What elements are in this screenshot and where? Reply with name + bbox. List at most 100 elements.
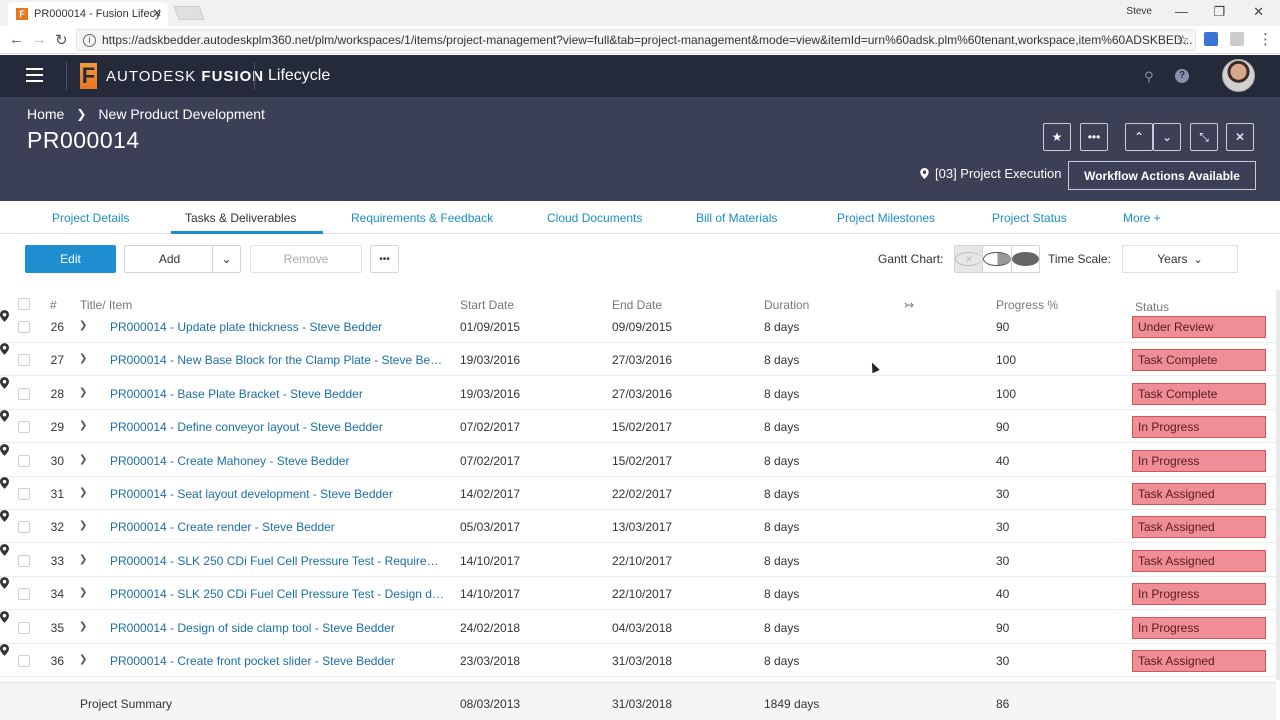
gantt-full-option[interactable]: [1011, 246, 1039, 272]
row-checkbox[interactable]: [18, 321, 30, 333]
task-title-link[interactable]: PR000014 - Base Plate Bracket - Steve Be…: [110, 387, 446, 401]
minimize-icon[interactable]: —: [1175, 4, 1188, 19]
task-title-link[interactable]: PR000014 - Create front pocket slider - …: [110, 654, 446, 668]
expand-row-icon[interactable]: ❯: [79, 520, 87, 531]
gantt-split-option[interactable]: [983, 246, 1012, 272]
add-dropdown-button[interactable]: ⌄: [212, 245, 241, 273]
gantt-off-option[interactable]: ✕: [955, 246, 984, 272]
ellipsis-icon: •••: [1087, 130, 1101, 144]
expand-row-icon[interactable]: ❯: [79, 587, 87, 598]
row-checkbox[interactable]: [18, 387, 30, 400]
tab-tasks-deliverables[interactable]: Tasks & Deliverables: [185, 211, 296, 225]
tab-requirements-feedback[interactable]: Requirements & Feedback: [351, 211, 493, 225]
task-title-link[interactable]: PR000014 - Design of side clamp tool - S…: [110, 621, 446, 635]
expand-row-icon[interactable]: ❯: [79, 621, 87, 632]
more-options-button[interactable]: •••: [370, 245, 399, 273]
expand-row-icon[interactable]: ❯: [79, 420, 87, 431]
tab-project-status[interactable]: Project Status: [992, 211, 1067, 225]
table-row[interactable]: 27 ❯ PR000014 - New Base Block for the Cla…: [0, 343, 1276, 377]
help-icon[interactable]: ?: [1175, 69, 1189, 83]
row-checkbox[interactable]: [18, 588, 30, 601]
expand-row-icon[interactable]: ❯: [79, 487, 87, 498]
table-row[interactable]: 36 ❯ PR000014 - Create front pocket slider…: [0, 644, 1276, 677]
expand-row-icon[interactable]: ❯: [79, 654, 87, 665]
forward-icon[interactable]: →: [32, 31, 47, 48]
tab-more[interactable]: More +: [1123, 211, 1161, 225]
row-checkbox[interactable]: [18, 655, 30, 667]
row-checkbox[interactable]: [18, 554, 30, 567]
product-name[interactable]: Lifecycle: [268, 67, 330, 85]
favorite-star-button[interactable]: ★: [1043, 123, 1071, 151]
browser-menu-icon[interactable]: ⋮: [1258, 30, 1273, 48]
info-icon[interactable]: i: [83, 33, 96, 47]
table-row[interactable]: 28 ❯ PR000014 - Base Plate Bracket - Steve…: [0, 376, 1276, 410]
task-title-link[interactable]: PR000014 - New Base Block for the Clamp …: [110, 353, 446, 367]
row-checkbox[interactable]: [18, 521, 30, 534]
location-pin-icon: [0, 310, 9, 322]
hamburger-menu-icon[interactable]: [26, 68, 43, 82]
table-row[interactable]: 26 ❯ PR000014 - Update plate thickness - S…: [0, 310, 1276, 343]
close-window-icon[interactable]: ✕: [1253, 4, 1264, 20]
row-checkbox[interactable]: [18, 488, 30, 500]
row-checkbox[interactable]: [18, 421, 30, 434]
breadcrumb-workspace[interactable]: New Product Development: [98, 106, 265, 122]
time-scale-select[interactable]: Years ⌄: [1122, 245, 1238, 273]
expand-row-icon[interactable]: ❯: [79, 454, 87, 465]
tab-project-details[interactable]: Project Details: [52, 211, 129, 225]
close-icon: ✕: [1234, 130, 1246, 144]
select-all-checkbox[interactable]: [18, 298, 30, 310]
tab-project-milestones[interactable]: Project Milestones: [837, 211, 935, 225]
row-checkbox[interactable]: [18, 454, 30, 467]
extension-icon[interactable]: [1230, 32, 1244, 46]
tab-cloud-documents[interactable]: Cloud Documents: [547, 211, 642, 225]
vertical-scrollbar[interactable]: [1276, 290, 1280, 680]
reload-icon[interactable]: ↻: [55, 31, 68, 49]
row-checkbox[interactable]: [18, 354, 30, 367]
task-title-link[interactable]: PR000014 - Seat layout development - Ste…: [110, 487, 446, 501]
task-title-link[interactable]: PR000014 - Create render - Steve Bedder: [110, 520, 446, 534]
chevron-down-icon: ⌄: [1193, 253, 1203, 266]
row-checkbox[interactable]: [18, 621, 30, 634]
task-title-link[interactable]: PR000014 - Define conveyor layout - Stev…: [110, 420, 446, 434]
remove-button[interactable]: Remove: [250, 245, 362, 273]
maximize-icon[interactable]: ❐: [1213, 4, 1225, 20]
progress-value: 90: [996, 620, 1010, 635]
close-tab-icon[interactable]: ✕: [152, 6, 162, 20]
start-date: 19/03/2016: [460, 386, 521, 401]
table-row[interactable]: 34 ❯ PR000014 - SLK 250 CDi Fuel Cell Pres…: [0, 577, 1276, 611]
table-row[interactable]: 32 ❯ PR000014 - Create render - Steve Bedd…: [0, 510, 1276, 544]
window-user-label[interactable]: Steve: [1126, 6, 1152, 17]
tab-bill-of-materials[interactable]: Bill of Materials: [696, 211, 777, 225]
task-title-link[interactable]: PR000014 - Update plate thickness - Stev…: [110, 320, 446, 334]
add-button[interactable]: Add: [124, 245, 214, 273]
table-row[interactable]: 30 ❯ PR000014 - Create Mahoney - Steve Bed…: [0, 443, 1276, 477]
back-icon[interactable]: ←: [9, 31, 24, 48]
edit-button[interactable]: Edit: [25, 245, 116, 273]
bookmark-star-icon[interactable]: ☆: [1176, 32, 1189, 49]
task-title-link[interactable]: PR000014 - Create Mahoney - Steve Bedder: [110, 454, 446, 468]
url-field[interactable]: i https://adskbedder.autodeskplm360.net/…: [76, 29, 1196, 51]
close-item-button[interactable]: ✕: [1226, 123, 1254, 151]
expand-row-icon[interactable]: ❯: [79, 554, 87, 565]
previous-item-button[interactable]: ⌃: [1125, 123, 1153, 151]
expand-row-icon[interactable]: ❯: [79, 353, 87, 364]
new-tab-button[interactable]: [173, 6, 205, 20]
task-title-link[interactable]: PR000014 - SLK 250 CDi Fuel Cell Pressur…: [110, 554, 446, 568]
table-row[interactable]: 31 ❯ PR000014 - Seat layout development - …: [0, 477, 1276, 510]
collapse-view-button[interactable]: ⤡: [1190, 123, 1218, 151]
expand-row-icon[interactable]: ❯: [79, 320, 87, 331]
task-title-link[interactable]: PR000014 - SLK 250 CDi Fuel Cell Pressur…: [110, 587, 446, 601]
avatar[interactable]: [1222, 59, 1255, 92]
table-row[interactable]: 29 ❯ PR000014 - Define conveyor layout - S…: [0, 410, 1276, 444]
expand-row-icon[interactable]: ❯: [79, 387, 87, 398]
table-row[interactable]: 35 ❯ PR000014 - Design of side clamp tool …: [0, 610, 1276, 644]
breadcrumb-home[interactable]: Home: [27, 106, 64, 122]
more-actions-button[interactable]: •••: [1080, 123, 1108, 151]
row-number: 27: [50, 353, 64, 368]
workflow-actions-button[interactable]: Workflow Actions Available: [1068, 161, 1256, 190]
browser-tab[interactable]: F PR000014 - Fusion Lifecy ✕: [8, 2, 168, 26]
next-item-button[interactable]: ⌄: [1153, 123, 1181, 151]
table-row[interactable]: 33 ❯ PR000014 - SLK 250 CDi Fuel Cell Pres…: [0, 543, 1276, 577]
search-icon[interactable]: ⚲: [1144, 69, 1154, 85]
translate-extension-icon[interactable]: [1204, 32, 1218, 46]
